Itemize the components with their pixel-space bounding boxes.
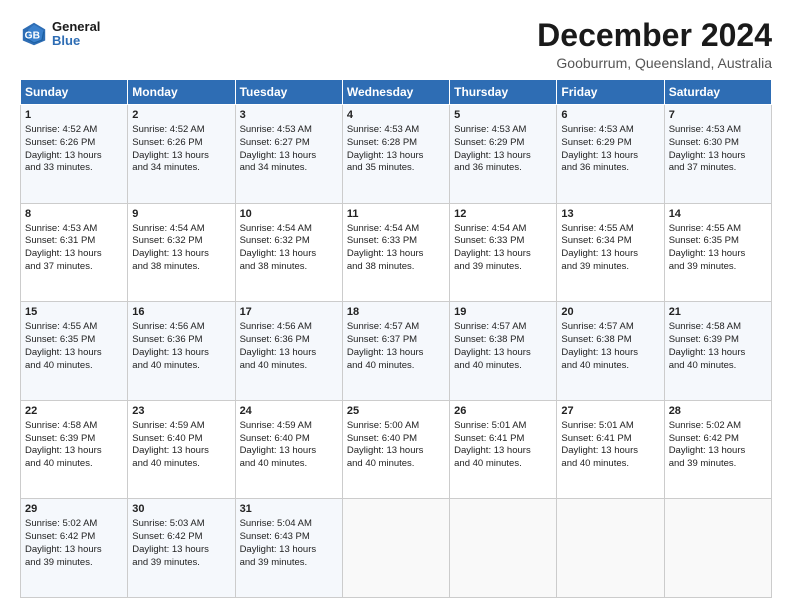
day-number: 1: [25, 108, 123, 123]
day-number: 28: [669, 404, 767, 419]
calendar-week-1: 1Sunrise: 4:52 AMSunset: 6:26 PMDaylight…: [21, 105, 772, 204]
day-number: 15: [25, 305, 123, 320]
day-number: 11: [347, 207, 445, 222]
calendar-cell: [557, 499, 664, 598]
day-number: 18: [347, 305, 445, 320]
calendar-cell: 30Sunrise: 5:03 AMSunset: 6:42 PMDayligh…: [128, 499, 235, 598]
calendar-cell: 29Sunrise: 5:02 AMSunset: 6:42 PMDayligh…: [21, 499, 128, 598]
calendar-cell: [450, 499, 557, 598]
calendar-cell: 1Sunrise: 4:52 AMSunset: 6:26 PMDaylight…: [21, 105, 128, 204]
day-number: 30: [132, 502, 230, 517]
day-number: 17: [240, 305, 338, 320]
calendar-cell: 23Sunrise: 4:59 AMSunset: 6:40 PMDayligh…: [128, 400, 235, 499]
logo-text: General Blue: [52, 20, 100, 49]
day-number: 20: [561, 305, 659, 320]
day-number: 31: [240, 502, 338, 517]
calendar-cell: 14Sunrise: 4:55 AMSunset: 6:35 PMDayligh…: [664, 203, 771, 302]
calendar-cell: [342, 499, 449, 598]
day-number: 29: [25, 502, 123, 517]
page: GB General Blue December 2024 Gooburrum,…: [0, 0, 792, 612]
day-number: 14: [669, 207, 767, 222]
calendar-cell: 16Sunrise: 4:56 AMSunset: 6:36 PMDayligh…: [128, 302, 235, 401]
day-number: 26: [454, 404, 552, 419]
day-number: 13: [561, 207, 659, 222]
calendar-header-wednesday: Wednesday: [342, 80, 449, 105]
calendar-cell: 25Sunrise: 5:00 AMSunset: 6:40 PMDayligh…: [342, 400, 449, 499]
calendar-cell: 7Sunrise: 4:53 AMSunset: 6:30 PMDaylight…: [664, 105, 771, 204]
calendar-cell: 21Sunrise: 4:58 AMSunset: 6:39 PMDayligh…: [664, 302, 771, 401]
subtitle: Gooburrum, Queensland, Australia: [537, 55, 772, 71]
calendar-cell: 3Sunrise: 4:53 AMSunset: 6:27 PMDaylight…: [235, 105, 342, 204]
calendar-cell: 13Sunrise: 4:55 AMSunset: 6:34 PMDayligh…: [557, 203, 664, 302]
calendar-cell: 6Sunrise: 4:53 AMSunset: 6:29 PMDaylight…: [557, 105, 664, 204]
calendar-cell: 15Sunrise: 4:55 AMSunset: 6:35 PMDayligh…: [21, 302, 128, 401]
day-number: 16: [132, 305, 230, 320]
calendar-cell: 5Sunrise: 4:53 AMSunset: 6:29 PMDaylight…: [450, 105, 557, 204]
calendar-header-saturday: Saturday: [664, 80, 771, 105]
calendar-header-tuesday: Tuesday: [235, 80, 342, 105]
calendar-cell: 18Sunrise: 4:57 AMSunset: 6:37 PMDayligh…: [342, 302, 449, 401]
calendar-cell: 10Sunrise: 4:54 AMSunset: 6:32 PMDayligh…: [235, 203, 342, 302]
calendar-header-friday: Friday: [557, 80, 664, 105]
logo: GB General Blue: [20, 20, 100, 49]
calendar-cell: 31Sunrise: 5:04 AMSunset: 6:43 PMDayligh…: [235, 499, 342, 598]
calendar-week-3: 15Sunrise: 4:55 AMSunset: 6:35 PMDayligh…: [21, 302, 772, 401]
calendar-cell: 2Sunrise: 4:52 AMSunset: 6:26 PMDaylight…: [128, 105, 235, 204]
calendar-header-row: SundayMondayTuesdayWednesdayThursdayFrid…: [21, 80, 772, 105]
day-number: 12: [454, 207, 552, 222]
day-number: 2: [132, 108, 230, 123]
calendar-cell: 12Sunrise: 4:54 AMSunset: 6:33 PMDayligh…: [450, 203, 557, 302]
calendar-cell: 4Sunrise: 4:53 AMSunset: 6:28 PMDaylight…: [342, 105, 449, 204]
calendar-week-5: 29Sunrise: 5:02 AMSunset: 6:42 PMDayligh…: [21, 499, 772, 598]
title-block: December 2024 Gooburrum, Queensland, Aus…: [537, 18, 772, 71]
day-number: 23: [132, 404, 230, 419]
day-number: 21: [669, 305, 767, 320]
day-number: 3: [240, 108, 338, 123]
calendar-cell: 28Sunrise: 5:02 AMSunset: 6:42 PMDayligh…: [664, 400, 771, 499]
calendar-cell: 17Sunrise: 4:56 AMSunset: 6:36 PMDayligh…: [235, 302, 342, 401]
day-number: 7: [669, 108, 767, 123]
calendar-cell: [664, 499, 771, 598]
calendar-cell: 19Sunrise: 4:57 AMSunset: 6:38 PMDayligh…: [450, 302, 557, 401]
logo-line1: General: [52, 20, 100, 34]
calendar-cell: 22Sunrise: 4:58 AMSunset: 6:39 PMDayligh…: [21, 400, 128, 499]
calendar-header-thursday: Thursday: [450, 80, 557, 105]
svg-text:GB: GB: [25, 31, 40, 42]
calendar-cell: 20Sunrise: 4:57 AMSunset: 6:38 PMDayligh…: [557, 302, 664, 401]
day-number: 5: [454, 108, 552, 123]
calendar-cell: 8Sunrise: 4:53 AMSunset: 6:31 PMDaylight…: [21, 203, 128, 302]
day-number: 24: [240, 404, 338, 419]
day-number: 6: [561, 108, 659, 123]
calendar-header-monday: Monday: [128, 80, 235, 105]
calendar-cell: 9Sunrise: 4:54 AMSunset: 6:32 PMDaylight…: [128, 203, 235, 302]
calendar-cell: 27Sunrise: 5:01 AMSunset: 6:41 PMDayligh…: [557, 400, 664, 499]
logo-icon: GB: [20, 20, 48, 48]
calendar-week-4: 22Sunrise: 4:58 AMSunset: 6:39 PMDayligh…: [21, 400, 772, 499]
day-number: 4: [347, 108, 445, 123]
calendar-header-sunday: Sunday: [21, 80, 128, 105]
calendar-table: SundayMondayTuesdayWednesdayThursdayFrid…: [20, 79, 772, 598]
logo-line2: Blue: [52, 34, 100, 48]
day-number: 8: [25, 207, 123, 222]
day-number: 9: [132, 207, 230, 222]
day-number: 22: [25, 404, 123, 419]
calendar-cell: 26Sunrise: 5:01 AMSunset: 6:41 PMDayligh…: [450, 400, 557, 499]
day-number: 19: [454, 305, 552, 320]
day-number: 10: [240, 207, 338, 222]
calendar-week-2: 8Sunrise: 4:53 AMSunset: 6:31 PMDaylight…: [21, 203, 772, 302]
header: GB General Blue December 2024 Gooburrum,…: [20, 18, 772, 71]
calendar-cell: 11Sunrise: 4:54 AMSunset: 6:33 PMDayligh…: [342, 203, 449, 302]
calendar-cell: 24Sunrise: 4:59 AMSunset: 6:40 PMDayligh…: [235, 400, 342, 499]
day-number: 27: [561, 404, 659, 419]
day-number: 25: [347, 404, 445, 419]
main-title: December 2024: [537, 18, 772, 53]
